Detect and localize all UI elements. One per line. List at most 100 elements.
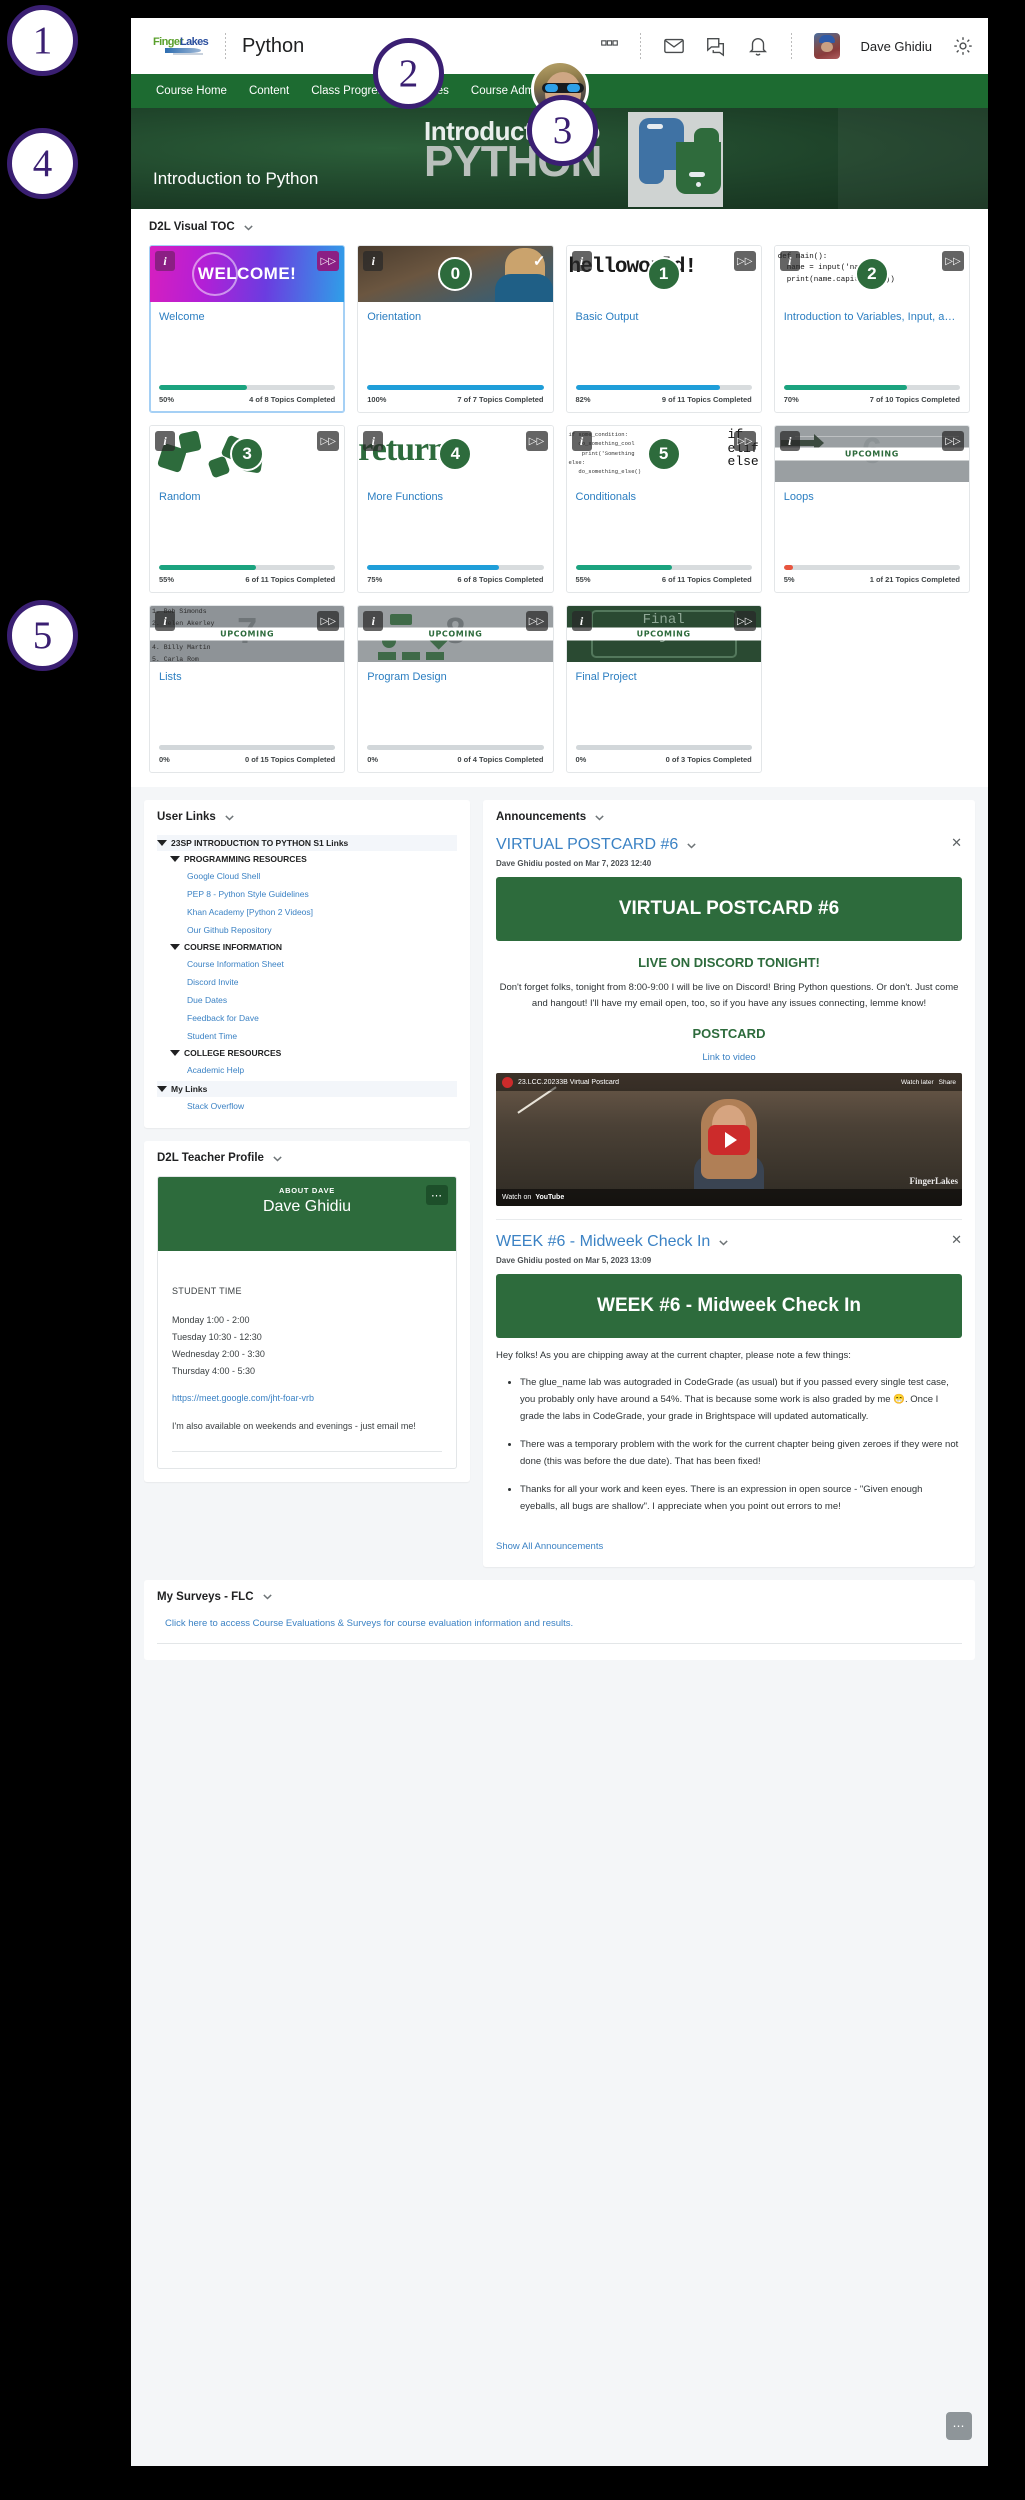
triangle-down-icon[interactable] xyxy=(157,1086,167,1092)
fast-forward-icon[interactable]: ▷▷ xyxy=(525,611,548,631)
fast-forward-icon[interactable]: ▷▷ xyxy=(317,611,340,631)
show-all-announcements-link[interactable]: Show All Announcements xyxy=(496,1541,603,1552)
python-logo-dot-bottom xyxy=(689,172,705,177)
gear-icon[interactable] xyxy=(952,35,974,57)
toc-card-title[interactable]: Lists xyxy=(159,670,335,684)
info-icon[interactable]: i xyxy=(363,251,384,271)
toc-card-variables[interactable]: def main(): name = input('name? ') print… xyxy=(773,245,970,413)
envelope-icon[interactable] xyxy=(663,35,685,57)
user-link-google-cloud-shell[interactable]: Google Cloud Shell xyxy=(157,867,457,885)
toc-card-basic-output[interactable]: helloworld! i ▷▷ 1 Basic Output 82% 9 of… xyxy=(565,245,762,413)
nav-item-content[interactable]: Content xyxy=(238,74,300,108)
toc-card-final-project[interactable]: FinalProject UPCOMING i ▷▷ Final Project… xyxy=(565,605,762,773)
video-link[interactable]: Link to video xyxy=(496,1052,962,1063)
user-name[interactable]: Dave Ghidiu xyxy=(860,39,932,54)
toc-card-title[interactable]: Final Project xyxy=(576,670,752,684)
toc-card-title[interactable]: Program Design xyxy=(367,670,543,684)
bell-icon[interactable] xyxy=(747,35,769,57)
info-icon[interactable]: i xyxy=(155,611,175,631)
fast-forward-icon[interactable]: ▷▷ xyxy=(733,611,756,631)
fast-forward-icon[interactable]: ▷▷ xyxy=(317,431,340,451)
triangle-down-icon[interactable] xyxy=(170,856,180,862)
youtube-label[interactable]: YouTube xyxy=(535,1194,564,1201)
user-link-feedback-for-dave[interactable]: Feedback for Dave xyxy=(157,1009,457,1027)
chevron-down-icon[interactable] xyxy=(272,1153,283,1164)
user-link-stack-overflow[interactable]: Stack Overflow xyxy=(157,1097,457,1115)
fast-forward-icon[interactable]: ▷▷ xyxy=(733,431,756,451)
user-link-pep8[interactable]: PEP 8 - Python Style Guidelines xyxy=(157,885,457,903)
chevron-down-icon[interactable] xyxy=(262,1591,273,1602)
play-button[interactable] xyxy=(708,1124,750,1155)
toc-card-more-functions[interactable]: return i ▷▷ 4 More Functions 75% 6 of 8 … xyxy=(357,425,554,593)
announcement-title[interactable]: WEEK #6 - Midweek Check In xyxy=(496,1232,710,1251)
fast-forward-icon[interactable]: ▷▷ xyxy=(942,251,964,271)
toc-card-title[interactable]: Conditionals xyxy=(576,490,752,504)
info-icon[interactable]: i xyxy=(363,611,384,631)
toc-card-orientation[interactable]: i ✓ 0 Orientation 100% 7 of 7 Topics Com… xyxy=(357,245,554,413)
toc-card-random[interactable]: i ▷▷ 3 Random 55% 6 of 11 Topics Complet… xyxy=(149,425,346,593)
user-link-academic-help[interactable]: Academic Help xyxy=(157,1061,457,1079)
user-link-discord-invite[interactable]: Discord Invite xyxy=(157,973,457,991)
progress-meta: 75% 6 of 8 Topics Completed xyxy=(367,575,543,584)
fast-forward-icon[interactable]: ▷▷ xyxy=(942,431,964,451)
google-meet-link[interactable]: https://meet.google.com/jht-foar-vrb xyxy=(172,1393,314,1403)
triangle-down-icon[interactable] xyxy=(170,944,180,950)
info-icon[interactable]: i xyxy=(571,431,592,451)
nav-item-course-home[interactable]: Course Home xyxy=(145,74,238,108)
avatar[interactable] xyxy=(814,33,841,59)
toc-card-title[interactable]: Loops xyxy=(784,490,960,504)
info-icon[interactable]: i xyxy=(571,251,592,271)
progress-percent: 70% xyxy=(783,395,799,404)
user-link-due-dates[interactable]: Due Dates xyxy=(157,991,457,1009)
info-icon[interactable]: i xyxy=(155,431,175,451)
user-link-course-information-sheet[interactable]: Course Information Sheet xyxy=(157,955,457,973)
fast-forward-icon[interactable]: ▷▷ xyxy=(525,431,548,451)
toc-card-title[interactable]: Orientation xyxy=(367,310,543,324)
chat-icon[interactable] xyxy=(705,35,727,57)
office-hour-row: Wednesday 2:00 - 3:30 xyxy=(172,1349,265,1360)
toc-card-loops[interactable]: 6 UPCOMING i ▷▷ Loops 5% 1 of 21 Topics … xyxy=(773,425,970,593)
finger-lakes-logo[interactable]: Finger Lakes xyxy=(153,35,209,57)
triangle-down-icon[interactable] xyxy=(170,1050,180,1056)
toc-card-title[interactable]: Welcome xyxy=(159,310,335,324)
announcement-title[interactable]: VIRTUAL POSTCARD #6 xyxy=(496,835,678,854)
about-label: ABOUT DAVE xyxy=(278,1186,336,1195)
info-icon[interactable]: i xyxy=(779,431,800,451)
announcements-widget: Announcements VIRTUAL POSTCARD #6 ✕ Dave… xyxy=(483,800,975,1567)
floating-more-button[interactable]: ⋯ xyxy=(946,2412,972,2440)
info-icon[interactable]: i xyxy=(363,431,384,451)
close-icon[interactable]: ✕ xyxy=(951,1232,962,1248)
toc-card-title[interactable]: More Functions xyxy=(367,490,543,504)
toc-card-conditionals[interactable]: if some_condition: do_something_cool pri… xyxy=(565,425,762,593)
ellipsis-icon[interactable]: ⋯ xyxy=(426,1185,448,1205)
chevron-down-icon[interactable] xyxy=(686,840,697,851)
office-hour-row: Tuesday 10:30 - 12:30 xyxy=(172,1332,262,1343)
share-label[interactable]: Share xyxy=(939,1079,956,1086)
flowchart-node xyxy=(390,614,413,625)
toc-card-program-design[interactable]: 8 UPCOMING i ▷▷ Program Design 0% 0 of 4… xyxy=(357,605,554,773)
toc-card-lists[interactable]: 1. Bob Simonds 2. Helen Akerley 3. Perry… xyxy=(149,605,346,773)
chevron-down-icon[interactable] xyxy=(243,222,254,233)
toc-card-title[interactable]: Random xyxy=(159,490,335,504)
apps-icon[interactable] xyxy=(601,39,619,53)
info-icon[interactable]: i xyxy=(155,251,175,271)
info-icon[interactable]: i xyxy=(571,611,592,631)
watch-later-label[interactable]: Watch later xyxy=(901,1079,934,1086)
close-icon[interactable]: ✕ xyxy=(951,835,962,851)
chevron-down-icon[interactable] xyxy=(224,812,235,823)
toc-card-welcome[interactable]: WELCOME! i ▷▷ Welcome 50% 4 of 8 Topics … xyxy=(149,245,346,413)
fast-forward-icon[interactable]: ▷▷ xyxy=(317,251,340,271)
toc-card-title[interactable]: Introduction to Variables, Input, a… xyxy=(784,310,960,324)
chevron-down-icon[interactable] xyxy=(594,812,605,823)
chevron-down-icon[interactable] xyxy=(718,1237,729,1248)
youtube-embed[interactable]: 23.LCC.20233B Virtual Postcard Watch lat… xyxy=(496,1073,962,1207)
user-link-khan-academy[interactable]: Khan Academy [Python 2 Videos] xyxy=(157,903,457,921)
course-evaluations-link[interactable]: Click here to access Course Evaluations … xyxy=(157,1618,962,1629)
user-link-student-time[interactable]: Student Time xyxy=(157,1027,457,1045)
progress-topics: 7 of 10 Topics Completed xyxy=(869,395,960,404)
toc-card-title[interactable]: Basic Output xyxy=(576,310,752,324)
user-link-github-repository[interactable]: Our Github Repository xyxy=(157,921,457,939)
fast-forward-icon[interactable]: ▷▷ xyxy=(733,251,756,271)
info-icon[interactable]: i xyxy=(779,251,800,271)
triangle-down-icon[interactable] xyxy=(157,840,167,846)
